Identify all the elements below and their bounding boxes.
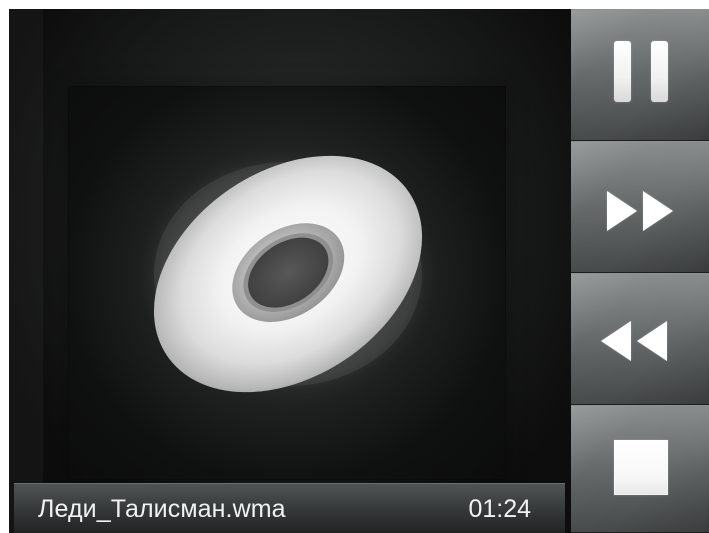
fast-forward-icon xyxy=(607,191,673,231)
rewind-icon xyxy=(601,321,667,361)
media-player: Леди_Талисман.wma 01:24 xyxy=(9,9,709,533)
fast-forward-button[interactable] xyxy=(571,141,709,273)
album-art-panel: Леди_Талисман.wma 01:24 xyxy=(9,9,571,533)
pause-icon-left-bar xyxy=(614,41,631,102)
transport-controls xyxy=(571,9,709,533)
rewind-button[interactable] xyxy=(571,273,709,405)
track-name: Леди_Талисман.wma xyxy=(38,495,286,523)
now-playing-bar: Леди_Талисман.wma 01:24 xyxy=(14,483,565,533)
pause-icon-right-bar xyxy=(651,41,668,102)
elapsed-time: 01:24 xyxy=(468,495,531,523)
stop-icon xyxy=(614,440,668,495)
pause-button[interactable] xyxy=(571,9,709,141)
stop-button[interactable] xyxy=(571,405,709,533)
album-art-frame xyxy=(68,86,506,480)
disc-icon xyxy=(153,155,423,393)
pause-icon xyxy=(614,41,668,102)
